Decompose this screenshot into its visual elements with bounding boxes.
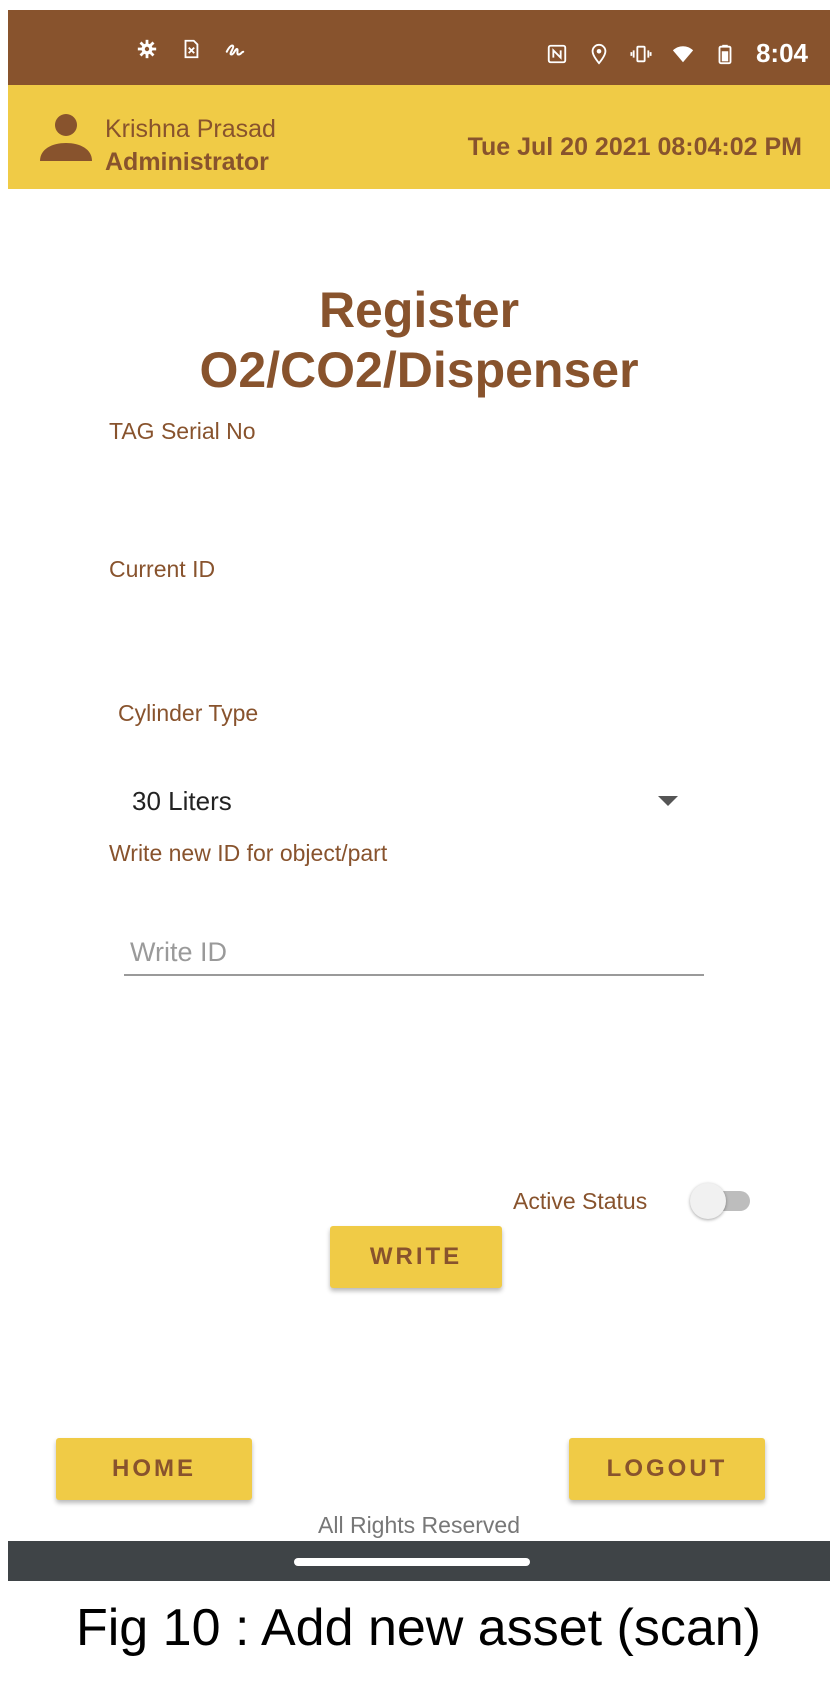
status-bar-right-icons: 8:04	[546, 38, 808, 69]
tag-serial-label: TAG Serial No	[109, 418, 256, 444]
battery-icon	[714, 43, 736, 65]
settings-icon	[136, 38, 158, 60]
cylinder-type-value: 30 Liters	[132, 786, 232, 816]
home-gesture-handle[interactable]	[294, 1558, 530, 1566]
person-icon	[38, 113, 94, 163]
page-title-line1: Register	[318, 282, 520, 338]
home-button[interactable]: HOME	[56, 1438, 252, 1500]
status-bar-left-icons	[136, 38, 246, 60]
vibrate-icon	[630, 43, 652, 65]
app-header: Krishna Prasad Administrator Tue Jul 20 …	[8, 85, 830, 189]
active-status-toggle[interactable]	[690, 1183, 752, 1219]
dropdown-arrow-icon	[658, 796, 678, 806]
sim-card-icon	[180, 38, 202, 60]
toggle-thumb	[690, 1183, 726, 1219]
cylinder-type-label: Cylinder Type	[118, 700, 259, 726]
nfc-icon	[546, 43, 568, 65]
write-id-input[interactable]	[124, 930, 704, 976]
location-icon	[588, 43, 610, 65]
phone-screen: 8:04 Krishna Prasad Administrator Tue Ju…	[8, 10, 830, 1606]
status-bar-time: 8:04	[755, 38, 808, 68]
rights-text: All Rights Reserved	[318, 1512, 520, 1538]
write-button[interactable]: WRITE	[330, 1226, 502, 1288]
user-role: Administrator	[105, 148, 269, 176]
page-title-line2: O2/CO2/Dispenser	[199, 342, 639, 398]
write-new-id-label: Write new ID for object/part	[109, 840, 388, 866]
logout-button[interactable]: LOGOUT	[569, 1438, 765, 1500]
user-name: Krishna Prasad	[105, 115, 276, 143]
status-bar: 8:04	[8, 10, 830, 85]
figure-caption: Fig 10 : Add new asset (scan)	[75, 1599, 761, 1657]
header-datetime: Tue Jul 20 2021 08:04:02 PM	[467, 133, 802, 161]
wifi-icon	[672, 43, 694, 65]
signature-icon	[224, 38, 246, 60]
system-nav-bar	[8, 1541, 830, 1581]
current-id-label: Current ID	[109, 556, 216, 582]
active-status-label: Active Status	[513, 1188, 648, 1214]
